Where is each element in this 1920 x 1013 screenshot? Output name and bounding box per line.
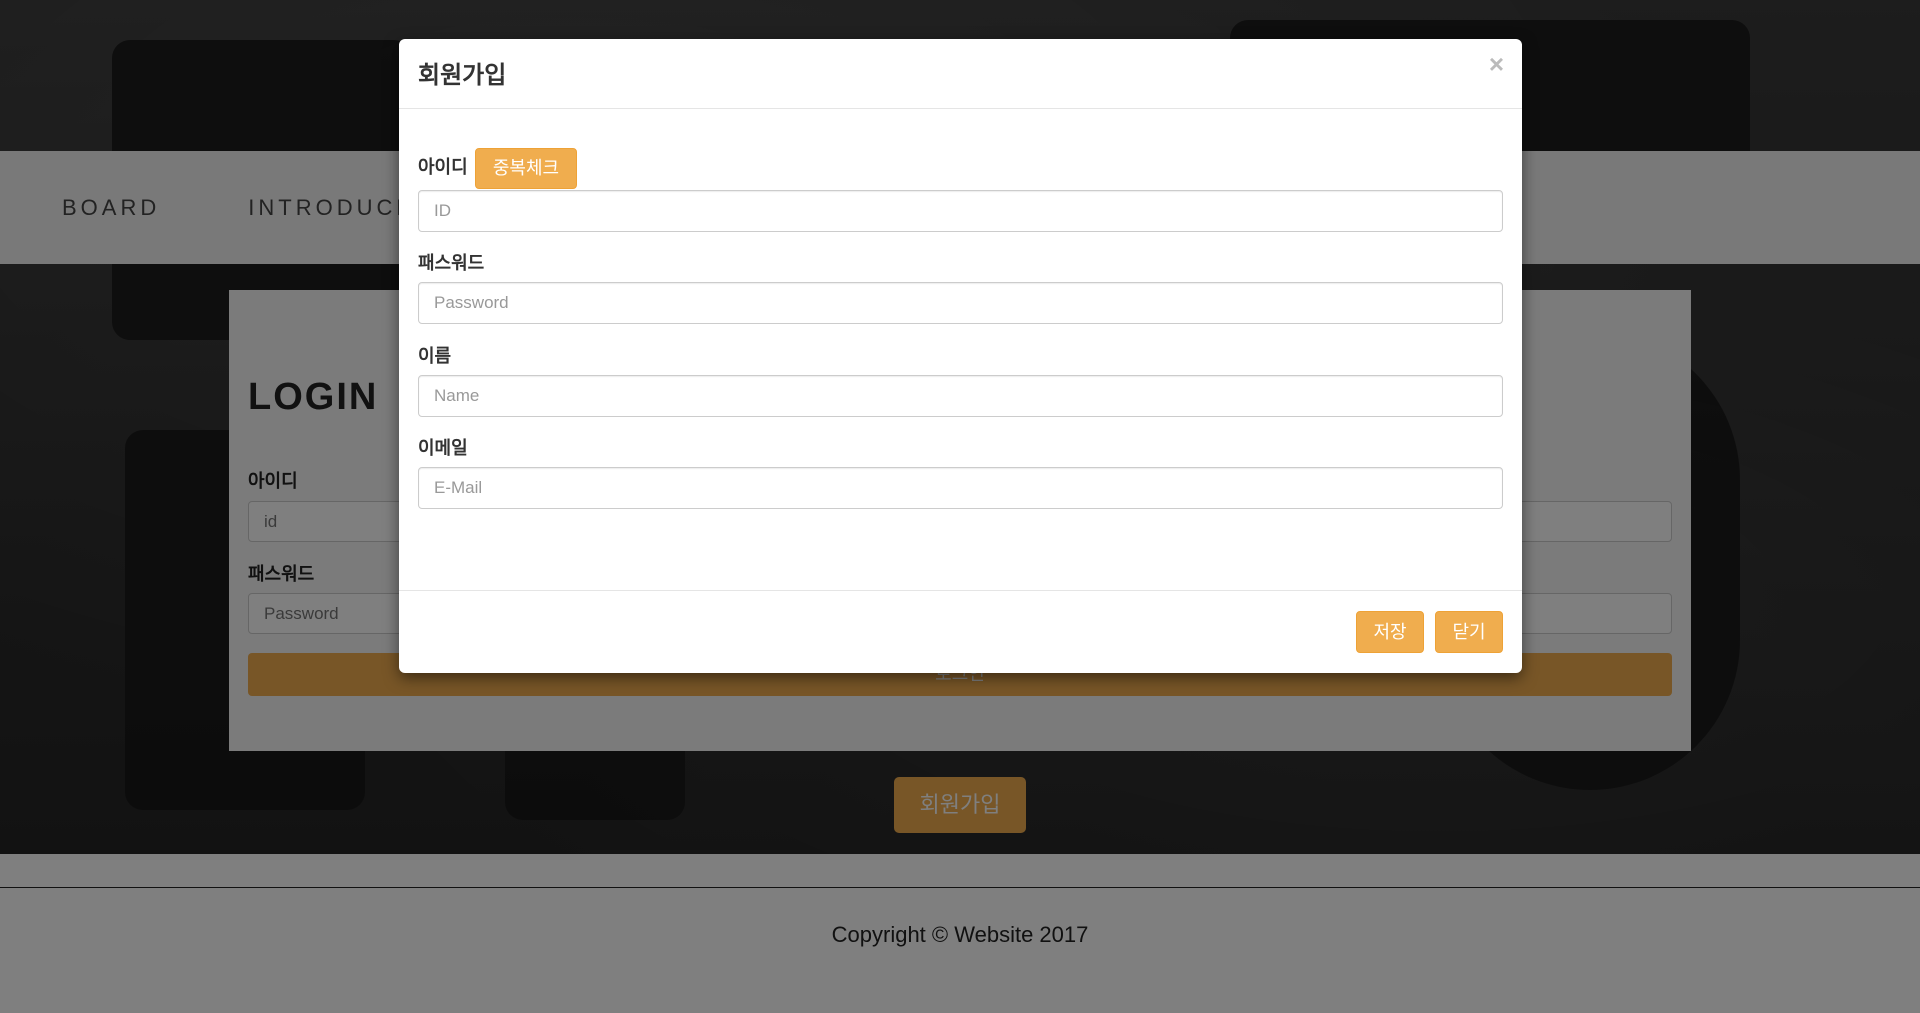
modal-footer: 저장 닫기 [399, 590, 1522, 673]
close-button[interactable]: 닫기 [1435, 611, 1503, 653]
signup-email-input[interactable] [418, 467, 1503, 509]
signup-modal: 회원가입 × 아이디 중복체크 패스워드 이름 이메일 저장 닫기 [399, 39, 1522, 673]
save-button[interactable]: 저장 [1356, 611, 1424, 653]
modal-header: 회원가입 × [399, 39, 1522, 109]
close-icon[interactable]: × [1489, 51, 1504, 77]
signup-id-label: 아이디 [418, 157, 468, 177]
signup-pw-input[interactable] [418, 282, 1503, 324]
signup-pw-label: 패스워드 [418, 253, 485, 273]
signup-email-label: 이메일 [418, 438, 468, 458]
signup-name-label: 이름 [418, 346, 452, 366]
signup-name-input[interactable] [418, 375, 1503, 417]
signup-id-input[interactable] [418, 190, 1503, 232]
modal-title: 회원가입 [418, 62, 507, 89]
duplicate-check-button[interactable]: 중복체크 [475, 148, 577, 189]
